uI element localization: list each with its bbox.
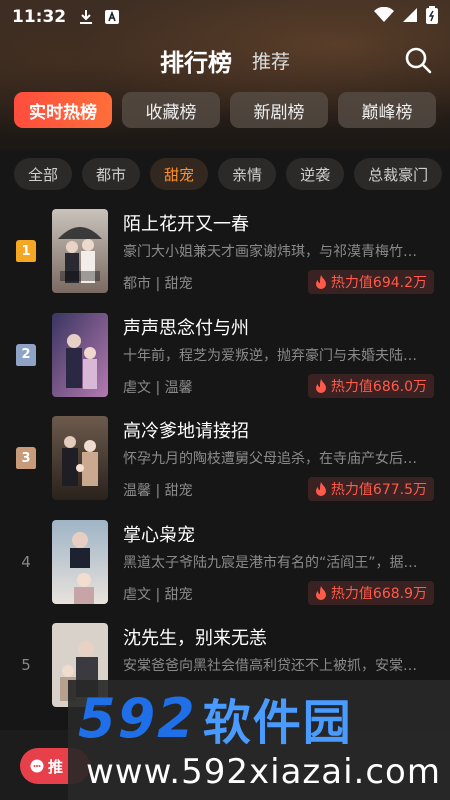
drama-description: 黑道太子爷陆九宸是港市有名的“活阎王”，据…: [123, 554, 418, 571]
drama-title: 掌心枭宠: [123, 524, 195, 546]
search-button[interactable]: [404, 46, 432, 74]
app-notification-icon: [104, 9, 120, 25]
filter-ceo[interactable]: 总裁豪门: [354, 158, 443, 190]
filter-comeback[interactable]: 逆袭: [286, 158, 345, 190]
drama-description: 十年前，程芝为爱叛逆，抛弃豪门与未婚夫陆…: [123, 347, 417, 364]
watermark-chars: 软件园: [202, 695, 353, 751]
list-item[interactable]: 1 陌上花开又一春 豪门大小姐兼天才画家谢炜琪，与祁漠青梅竹… 都市 | 甜宠 …: [0, 204, 450, 308]
tab-favorites[interactable]: 收藏榜: [122, 92, 220, 128]
list-item[interactable]: 3 高冷爹地请接招 怀孕九月的陶枝遭舅父母追杀，在寺庙产女后… 温馨 | 甜宠 …: [0, 411, 450, 515]
drama-cover[interactable]: [52, 416, 108, 500]
drama-description: 安棠爸爸向黑社会借高利贷还不上被抓，安棠…: [123, 658, 417, 674]
watermark: 592 软件园 www.592xiazai.com: [68, 680, 450, 800]
status-bar: 11:32: [0, 0, 450, 34]
heat-value: 热力值686.0万: [330, 378, 427, 395]
drama-title: 陌上花开又一春: [123, 214, 249, 235]
drama-tags: 虐文 | 温馨: [123, 379, 193, 396]
watermark-digits: 592: [78, 686, 197, 750]
drama-title: 声声思念付与州: [123, 317, 249, 339]
drama-title: 沈先生，别来无恙: [123, 628, 267, 649]
heat-value: 热力值694.2万: [330, 275, 427, 291]
status-time: 11:32: [12, 7, 67, 27]
ranking-tabs: 实时热榜 收藏榜 新剧榜 巅峰榜: [14, 92, 436, 130]
drama-title: 高冷爹地请接招: [123, 421, 249, 442]
drama-description: 豪门大小姐兼天才画家谢炜琪，与祁漠青梅竹…: [123, 244, 417, 260]
search-icon: [405, 47, 432, 74]
genre-filters: 全部 都市 甜宠 亲情 逆袭 总裁豪门: [14, 158, 444, 192]
rank-badge: 1: [16, 240, 36, 262]
drama-tags: 温馨 | 甜宠: [123, 483, 193, 499]
flame-icon: [315, 275, 326, 289]
heat-badge: 热力值668.9万: [307, 580, 434, 605]
heat-badge: 热力值677.5万: [307, 477, 434, 501]
filter-all[interactable]: 全部: [14, 158, 73, 190]
list-item[interactable]: 2 声声思念付与州 十年前，程芝为爱叛逆，抛弃豪门与未婚夫陆… 虐文 | 温馨 …: [0, 308, 450, 412]
heat-value: 热力值668.9万: [330, 585, 427, 602]
title-row: 排行榜 推荐: [0, 40, 450, 80]
watermark-logo: 592 软件园: [78, 686, 450, 752]
filter-family[interactable]: 亲情: [218, 158, 277, 190]
drama-tags: 都市 | 甜宠: [123, 276, 193, 292]
tab-new-drama[interactable]: 新剧榜: [230, 92, 328, 128]
filter-sweet[interactable]: 甜宠: [150, 158, 209, 190]
rank-badge: 3: [16, 447, 36, 469]
ranking-list: 1 陌上花开又一春 豪门大小姐兼天才画家谢炜琪，与祁漠青梅竹… 都市 | 甜宠 …: [0, 204, 450, 722]
drama-cover[interactable]: [52, 312, 108, 397]
flame-icon: [315, 482, 326, 496]
float-button-label: 推: [48, 757, 64, 776]
drama-tags: 虐文 | 甜宠: [123, 586, 193, 603]
chat-icon: [30, 759, 44, 773]
rank-badge: 2: [16, 343, 36, 366]
flame-icon: [315, 585, 326, 600]
heat-badge: 热力值694.2万: [307, 270, 434, 294]
rank-number: 5: [21, 656, 31, 674]
tab-peak[interactable]: 巅峰榜: [338, 92, 436, 128]
wifi-icon: [374, 6, 394, 28]
download-icon: [78, 9, 94, 25]
drama-cover[interactable]: [52, 519, 108, 604]
drama-cover[interactable]: [52, 209, 108, 293]
tab-recommend[interactable]: 推荐: [252, 47, 290, 74]
filter-urban[interactable]: 都市: [82, 158, 141, 190]
list-item[interactable]: 4 掌心枭宠 黑道太子爷陆九宸是港市有名的“活阎王”，据… 虐文 | 甜宠 热力…: [0, 515, 450, 619]
tab-realtime-hot[interactable]: 实时热榜: [14, 92, 112, 128]
rank-number: 4: [21, 552, 31, 571]
heat-value: 热力值677.5万: [330, 482, 427, 498]
flame-icon: [315, 378, 326, 393]
heat-badge: 热力值686.0万: [307, 373, 434, 398]
battery-icon: [426, 5, 438, 29]
watermark-url: www.592xiazai.com: [86, 752, 441, 792]
signal-icon: [402, 7, 418, 28]
page-title[interactable]: 排行榜: [160, 43, 232, 78]
drama-description: 怀孕九月的陶枝遭舅父母追杀，在寺庙产女后…: [123, 451, 417, 467]
